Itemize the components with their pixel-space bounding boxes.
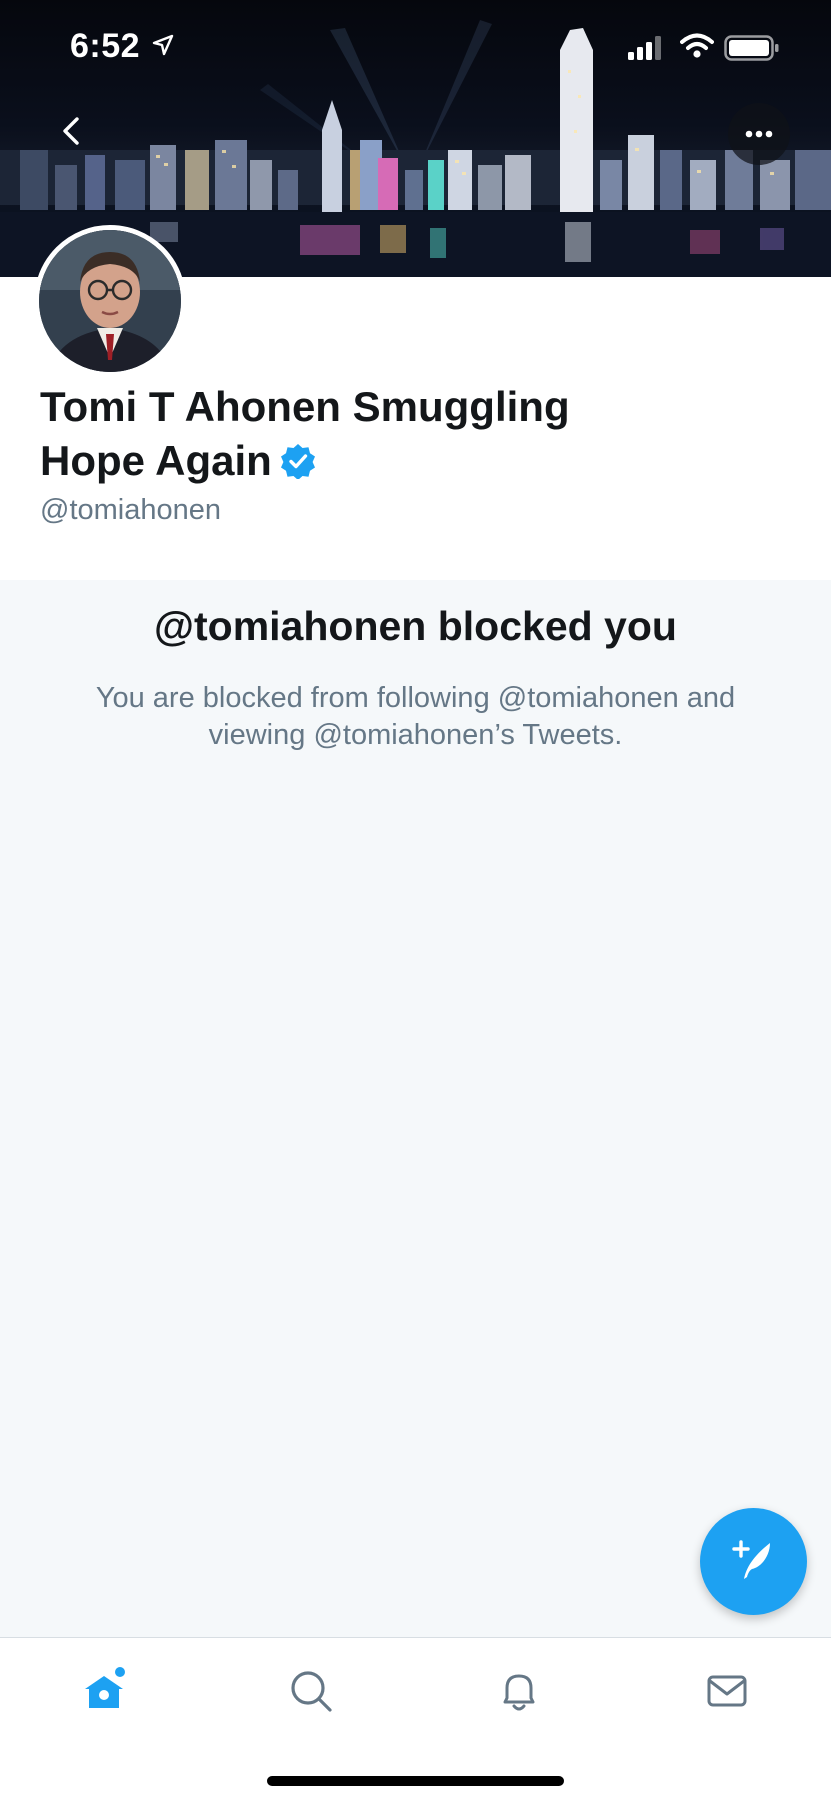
verified-badge-icon	[280, 438, 316, 492]
tab-messages[interactable]	[687, 1658, 767, 1728]
profile-display-name: Tomi T Ahonen Smuggling Hope Again	[40, 380, 660, 492]
back-button[interactable]	[48, 110, 94, 156]
more-dots-icon	[745, 125, 773, 143]
tab-home[interactable]	[64, 1658, 144, 1728]
home-indicator	[267, 1776, 564, 1786]
search-icon	[288, 1668, 334, 1719]
location-arrow-icon	[152, 34, 174, 61]
tab-notifications[interactable]	[479, 1658, 559, 1728]
compose-tweet-icon	[730, 1535, 778, 1588]
blocked-message: You are blocked from following @tomiahon…	[95, 682, 736, 751]
wifi-icon	[680, 33, 714, 64]
cellular-signal-icon	[628, 36, 664, 65]
status-time: 6:52	[70, 27, 141, 65]
blocked-title: @tomiahonen blocked you	[154, 603, 677, 649]
bell-icon	[496, 1668, 542, 1719]
envelope-icon	[704, 1668, 750, 1719]
compose-tweet-button[interactable]	[700, 1508, 807, 1615]
profile-handle: @tomiahonen	[40, 494, 221, 526]
status-bar: 6:52	[0, 0, 831, 96]
more-options-button[interactable]	[728, 103, 790, 165]
profile-photo	[39, 230, 181, 372]
chevron-left-icon	[61, 116, 81, 151]
tab-search[interactable]	[271, 1658, 351, 1728]
home-icon	[80, 1666, 128, 1720]
battery-icon	[724, 35, 780, 66]
avatar[interactable]	[34, 225, 186, 377]
